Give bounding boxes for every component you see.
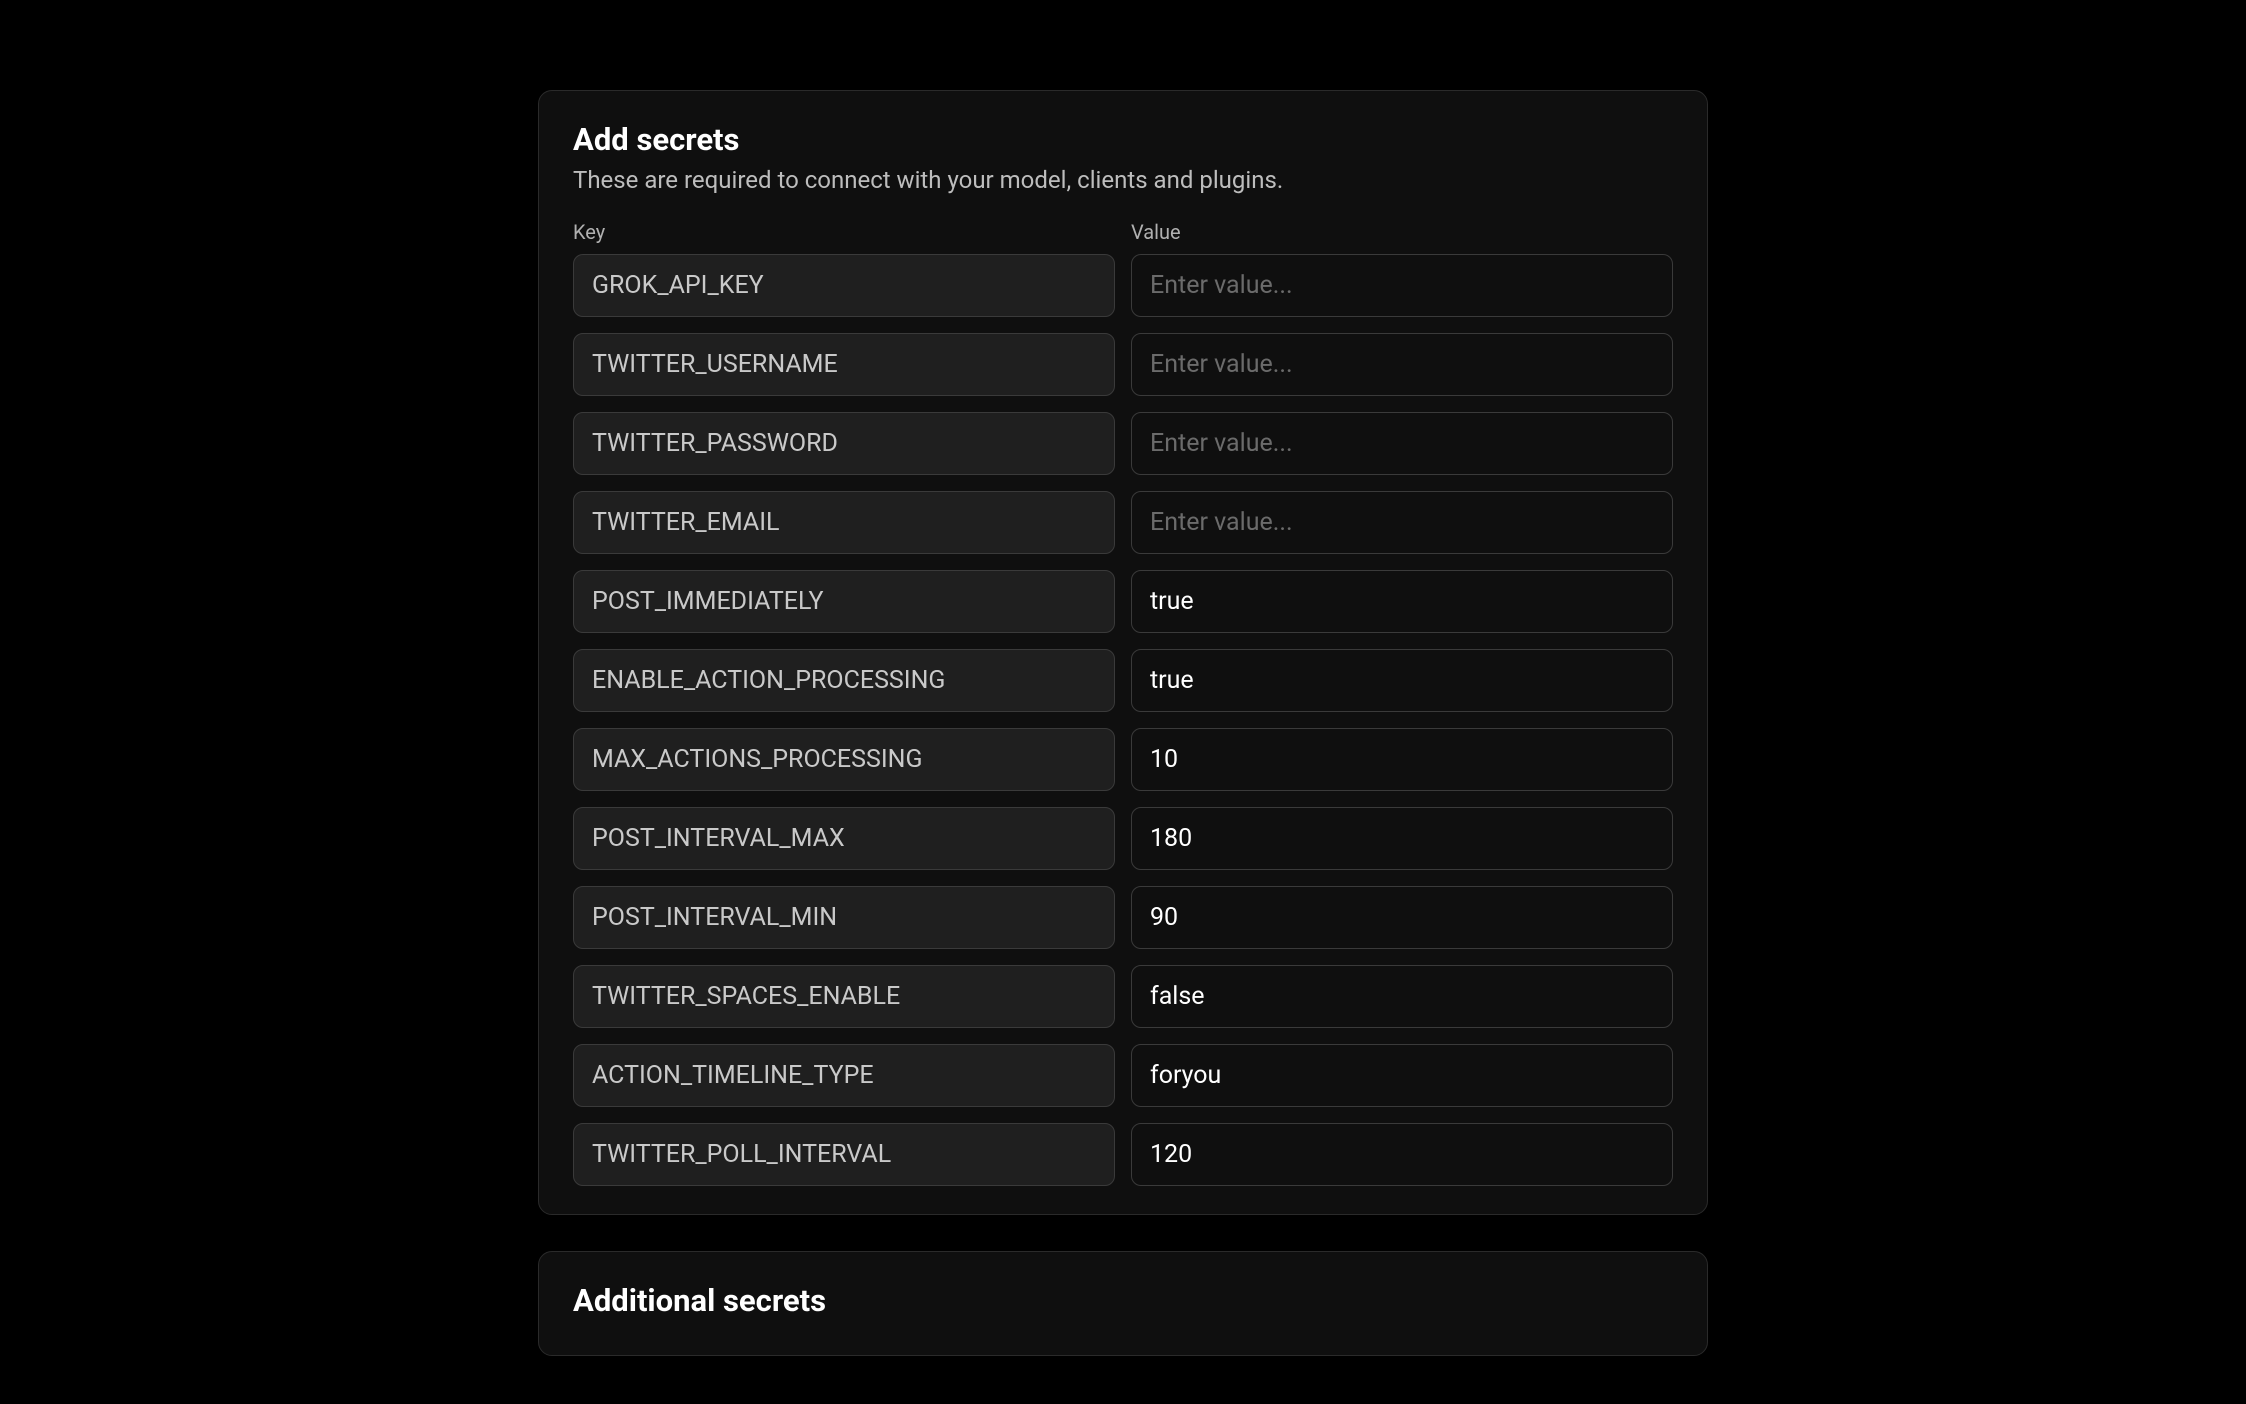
- secret-row: POST_INTERVAL_MAX: [573, 807, 1673, 870]
- add-secrets-panel: Add secrets These are required to connec…: [538, 90, 1708, 1215]
- secret-value-input[interactable]: [1131, 570, 1673, 633]
- secret-value-input[interactable]: [1131, 728, 1673, 791]
- secret-key-field[interactable]: GROK_API_KEY: [573, 254, 1115, 317]
- secret-key-field[interactable]: POST_IMMEDIATELY: [573, 570, 1115, 633]
- panel-subtitle: These are required to connect with your …: [573, 166, 1673, 194]
- secret-value-input[interactable]: [1131, 807, 1673, 870]
- column-headers: Key Value: [573, 220, 1673, 244]
- secret-row: GROK_API_KEY: [573, 254, 1673, 317]
- secret-row: ENABLE_ACTION_PROCESSING: [573, 649, 1673, 712]
- secret-value-input[interactable]: [1131, 886, 1673, 949]
- secret-row: ACTION_TIMELINE_TYPE: [573, 1044, 1673, 1107]
- secret-key-field[interactable]: TWITTER_PASSWORD: [573, 412, 1115, 475]
- secret-value-input[interactable]: [1131, 1044, 1673, 1107]
- secret-key-field[interactable]: MAX_ACTIONS_PROCESSING: [573, 728, 1115, 791]
- secret-key-field[interactable]: ENABLE_ACTION_PROCESSING: [573, 649, 1115, 712]
- secret-value-input[interactable]: [1131, 412, 1673, 475]
- additional-secrets-panel: Additional secrets: [538, 1251, 1708, 1356]
- panel-title: Add secrets: [573, 121, 1673, 158]
- secret-row: TWITTER_SPACES_ENABLE: [573, 965, 1673, 1028]
- key-column-header: Key: [573, 220, 1115, 244]
- secret-value-input[interactable]: [1131, 965, 1673, 1028]
- secret-value-input[interactable]: [1131, 649, 1673, 712]
- secret-value-input[interactable]: [1131, 491, 1673, 554]
- secret-row: POST_INTERVAL_MIN: [573, 886, 1673, 949]
- secret-key-field[interactable]: TWITTER_POLL_INTERVAL: [573, 1123, 1115, 1186]
- secret-row: MAX_ACTIONS_PROCESSING: [573, 728, 1673, 791]
- secret-value-input[interactable]: [1131, 1123, 1673, 1186]
- page-wrap: Add secrets These are required to connec…: [538, 90, 1708, 1404]
- value-column-header: Value: [1131, 220, 1673, 244]
- secret-row: TWITTER_USERNAME: [573, 333, 1673, 396]
- secret-row: TWITTER_POLL_INTERVAL: [573, 1123, 1673, 1186]
- secret-key-field[interactable]: TWITTER_EMAIL: [573, 491, 1115, 554]
- secret-row: POST_IMMEDIATELY: [573, 570, 1673, 633]
- secret-value-input[interactable]: [1131, 254, 1673, 317]
- secret-row: TWITTER_EMAIL: [573, 491, 1673, 554]
- secret-key-field[interactable]: TWITTER_SPACES_ENABLE: [573, 965, 1115, 1028]
- secret-value-input[interactable]: [1131, 333, 1673, 396]
- secret-key-field[interactable]: POST_INTERVAL_MAX: [573, 807, 1115, 870]
- panel-title: Additional secrets: [573, 1282, 1673, 1319]
- secret-key-field[interactable]: ACTION_TIMELINE_TYPE: [573, 1044, 1115, 1107]
- secret-row: TWITTER_PASSWORD: [573, 412, 1673, 475]
- secret-key-field[interactable]: TWITTER_USERNAME: [573, 333, 1115, 396]
- secret-key-field[interactable]: POST_INTERVAL_MIN: [573, 886, 1115, 949]
- secret-rows: GROK_API_KEY TWITTER_USERNAME TWITTER_PASS…: [573, 254, 1673, 1186]
